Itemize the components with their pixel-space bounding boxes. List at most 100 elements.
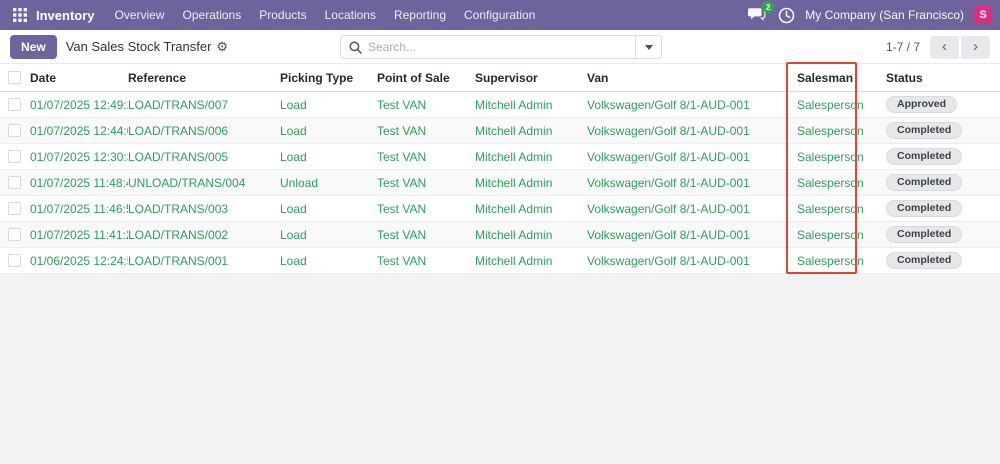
- inventory-app-page: Inventory Overview Operations Products L…: [0, 0, 1000, 464]
- cell-reference: LOAD/TRANS/003: [128, 202, 280, 216]
- app-name[interactable]: Inventory: [36, 8, 95, 23]
- top-navbar: Inventory Overview Operations Products L…: [0, 0, 1000, 30]
- cell-supervisor: Mitchell Admin: [475, 176, 587, 190]
- cell-van: Volkswagen/Golf 8/1-AUD-001: [587, 176, 787, 190]
- nav-item-reporting[interactable]: Reporting: [386, 3, 454, 27]
- cell-salesman: Salesperson: [787, 202, 870, 216]
- new-button[interactable]: New: [10, 35, 57, 59]
- cell-salesman: Salesperson: [787, 176, 870, 190]
- cell-point-of-sale: Test VAN: [377, 228, 475, 242]
- select-all-checkbox[interactable]: [8, 71, 21, 84]
- table-row[interactable]: 01/07/2025 12:44:06 LOAD/TRANS/006 Load …: [0, 118, 1000, 144]
- cell-reference: LOAD/TRANS/002: [128, 228, 280, 242]
- search-dropdown-toggle[interactable]: [635, 36, 661, 58]
- pager: 1-7 / 7 ‹ ›: [886, 30, 990, 64]
- cell-status: Completed: [870, 174, 1000, 191]
- cell-van: Volkswagen/Golf 8/1-AUD-001: [587, 98, 787, 112]
- search-icon: [349, 41, 362, 54]
- header-status[interactable]: Status: [870, 71, 1000, 85]
- table-row[interactable]: 01/07/2025 11:48:44 UNLOAD/TRANS/004 Unl…: [0, 170, 1000, 196]
- cell-point-of-sale: Test VAN: [377, 176, 475, 190]
- cell-van: Volkswagen/Golf 8/1-AUD-001: [587, 254, 787, 268]
- cell-supervisor: Mitchell Admin: [475, 150, 587, 164]
- cell-status: Approved: [870, 96, 1000, 113]
- cell-status: Completed: [870, 200, 1000, 217]
- cell-reference: LOAD/TRANS/001: [128, 254, 280, 268]
- row-check-cell: [0, 124, 28, 137]
- nav-item-overview[interactable]: Overview: [107, 3, 173, 27]
- user-avatar[interactable]: S: [974, 6, 992, 24]
- nav-right: 2 My Company (San Francisco) S: [748, 6, 992, 24]
- row-check-cell: [0, 176, 28, 189]
- row-checkbox[interactable]: [8, 176, 21, 189]
- status-badge: Completed: [886, 174, 962, 191]
- row-checkbox[interactable]: [8, 150, 21, 163]
- pager-range: 1-7 / 7: [886, 40, 920, 54]
- header-date[interactable]: Date: [28, 71, 128, 85]
- header-salesman[interactable]: Salesman: [787, 71, 870, 85]
- cell-van: Volkswagen/Golf 8/1-AUD-001: [587, 150, 787, 164]
- nav-item-configuration[interactable]: Configuration: [456, 3, 543, 27]
- cell-point-of-sale: Test VAN: [377, 202, 475, 216]
- nav-item-locations[interactable]: Locations: [317, 3, 384, 27]
- row-checkbox[interactable]: [8, 228, 21, 241]
- status-badge: Completed: [886, 122, 962, 139]
- row-checkbox[interactable]: [8, 202, 21, 215]
- header-reference[interactable]: Reference: [128, 71, 280, 85]
- pager-previous-button[interactable]: ‹: [930, 36, 959, 59]
- cell-date: 01/07/2025 11:46:54: [28, 202, 128, 216]
- status-badge: Approved: [886, 96, 957, 113]
- apps-grid-icon[interactable]: [8, 3, 32, 27]
- cell-picking-type: Load: [280, 150, 377, 164]
- row-check-cell: [0, 254, 28, 267]
- list-view: Date Reference Picking Type Point of Sal…: [0, 64, 1000, 274]
- cell-status: Completed: [870, 226, 1000, 243]
- cell-picking-type: Unload: [280, 176, 377, 190]
- row-check-cell: [0, 150, 28, 163]
- cell-date: 01/07/2025 12:30:33: [28, 150, 128, 164]
- cell-supervisor: Mitchell Admin: [475, 124, 587, 138]
- row-checkbox[interactable]: [8, 98, 21, 111]
- pager-next-button[interactable]: ›: [961, 36, 990, 59]
- messages-icon[interactable]: 2: [748, 6, 768, 24]
- row-checkbox[interactable]: [8, 254, 21, 267]
- activities-clock-icon[interactable]: [778, 7, 795, 24]
- row-check-cell: [0, 98, 28, 111]
- table-row[interactable]: 01/07/2025 11:41:26 LOAD/TRANS/002 Load …: [0, 222, 1000, 248]
- company-switcher[interactable]: My Company (San Francisco): [805, 8, 964, 22]
- cell-salesman: Salesperson: [787, 124, 870, 138]
- nav-item-products[interactable]: Products: [251, 3, 314, 27]
- table-row[interactable]: 01/07/2025 12:30:33 LOAD/TRANS/005 Load …: [0, 144, 1000, 170]
- cell-van: Volkswagen/Golf 8/1-AUD-001: [587, 202, 787, 216]
- header-picking-type[interactable]: Picking Type: [280, 71, 377, 85]
- cell-supervisor: Mitchell Admin: [475, 254, 587, 268]
- page-title: Van Sales Stock Transfer: [66, 39, 212, 54]
- cell-point-of-sale: Test VAN: [377, 98, 475, 112]
- cell-picking-type: Load: [280, 254, 377, 268]
- gear-icon[interactable]: ⚙: [216, 40, 228, 53]
- status-badge: Completed: [886, 226, 962, 243]
- cell-date: 01/06/2025 12:24:51: [28, 254, 128, 268]
- table-row[interactable]: 01/07/2025 12:49:24 LOAD/TRANS/007 Load …: [0, 92, 1000, 118]
- cell-reference: LOAD/TRANS/006: [128, 124, 280, 138]
- nav-item-operations[interactable]: Operations: [175, 3, 250, 27]
- control-panel: New Van Sales Stock Transfer ⚙ 1-7 / 7 ‹…: [0, 30, 1000, 64]
- cell-date: 01/07/2025 11:41:26: [28, 228, 128, 242]
- row-checkbox[interactable]: [8, 124, 21, 137]
- cell-status: Completed: [870, 148, 1000, 165]
- header-van[interactable]: Van: [587, 71, 787, 85]
- table-row[interactable]: 01/06/2025 12:24:51 LOAD/TRANS/001 Load …: [0, 248, 1000, 274]
- header-point-of-sale[interactable]: Point of Sale: [377, 71, 475, 85]
- status-badge: Completed: [886, 252, 962, 269]
- cell-reference: UNLOAD/TRANS/004: [128, 176, 280, 190]
- status-badge: Completed: [886, 148, 962, 165]
- cell-picking-type: Load: [280, 228, 377, 242]
- header-supervisor[interactable]: Supervisor: [475, 71, 587, 85]
- nav-left: Inventory Overview Operations Products L…: [8, 3, 543, 27]
- cell-picking-type: Load: [280, 202, 377, 216]
- search-input[interactable]: [368, 40, 635, 54]
- table-row[interactable]: 01/07/2025 11:46:54 LOAD/TRANS/003 Load …: [0, 196, 1000, 222]
- cell-salesman: Salesperson: [787, 228, 870, 242]
- cell-date: 01/07/2025 11:48:44: [28, 176, 128, 190]
- row-check-cell: [0, 228, 28, 241]
